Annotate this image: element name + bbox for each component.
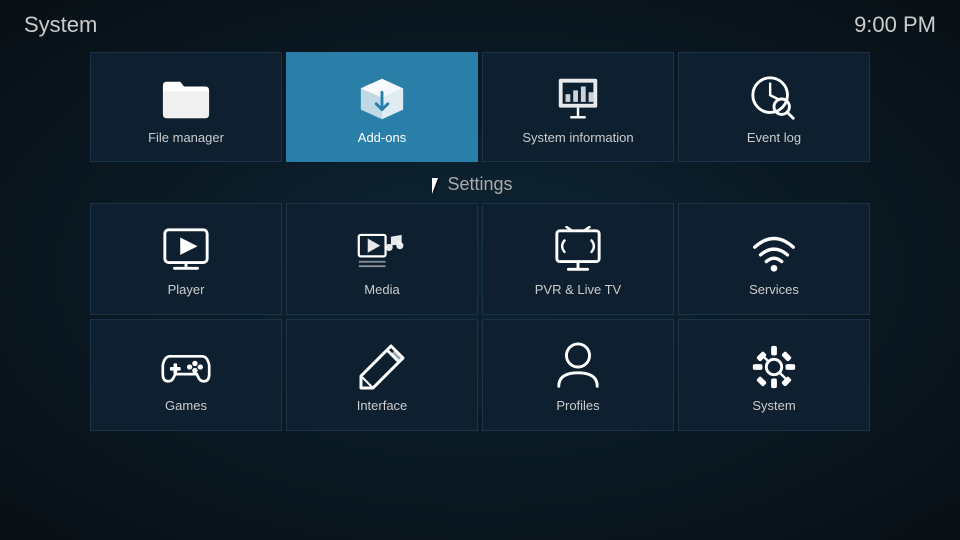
edit-icon — [357, 342, 407, 392]
tile-services-label: Services — [749, 282, 799, 297]
folder-icon — [161, 74, 211, 124]
tile-file-manager[interactable]: File manager — [90, 52, 282, 162]
tile-interface-label: Interface — [357, 398, 408, 413]
app-title: System — [24, 12, 97, 38]
clock-search-icon — [749, 74, 799, 124]
media-icon — [357, 226, 407, 276]
top-tiles-row: File manager Add-ons — [0, 52, 960, 162]
tv-icon — [553, 226, 603, 276]
tile-services[interactable]: Services — [678, 203, 870, 315]
tile-interface[interactable]: Interface — [286, 319, 478, 431]
wifi-icon — [749, 226, 799, 276]
settings-row-2: Games Interface Profiles — [0, 319, 960, 431]
tile-games[interactable]: Games — [90, 319, 282, 431]
box-icon — [357, 74, 407, 124]
tile-pvr-live-tv-label: PVR & Live TV — [535, 282, 621, 297]
chart-icon — [553, 74, 603, 124]
tile-add-ons[interactable]: Add-ons — [286, 52, 478, 162]
settings-section-title: Settings — [0, 174, 960, 195]
tile-media-label: Media — [364, 282, 399, 297]
tile-player[interactable]: Player — [90, 203, 282, 315]
tile-system-label: System — [752, 398, 795, 413]
clock: 9:00 PM — [854, 12, 936, 38]
tile-games-label: Games — [165, 398, 207, 413]
tile-system-information-label: System information — [522, 130, 633, 145]
tile-file-manager-label: File manager — [148, 130, 224, 145]
tile-profiles-label: Profiles — [556, 398, 599, 413]
header: System 9:00 PM — [0, 0, 960, 50]
gamepad-icon — [161, 342, 211, 392]
tile-add-ons-label: Add-ons — [358, 130, 406, 145]
settings-row-1: Player Media — [0, 203, 960, 315]
tile-event-log[interactable]: Event log — [678, 52, 870, 162]
tile-media[interactable]: Media — [286, 203, 478, 315]
tile-pvr-live-tv[interactable]: PVR & Live TV — [482, 203, 674, 315]
tile-system-information[interactable]: System information — [482, 52, 674, 162]
tile-profiles[interactable]: Profiles — [482, 319, 674, 431]
tile-event-log-label: Event log — [747, 130, 801, 145]
person-icon — [553, 342, 603, 392]
play-icon — [161, 226, 211, 276]
main-container: System 9:00 PM File manager — [0, 0, 960, 540]
tile-player-label: Player — [168, 282, 205, 297]
tile-system[interactable]: System — [678, 319, 870, 431]
settings-icon — [749, 342, 799, 392]
